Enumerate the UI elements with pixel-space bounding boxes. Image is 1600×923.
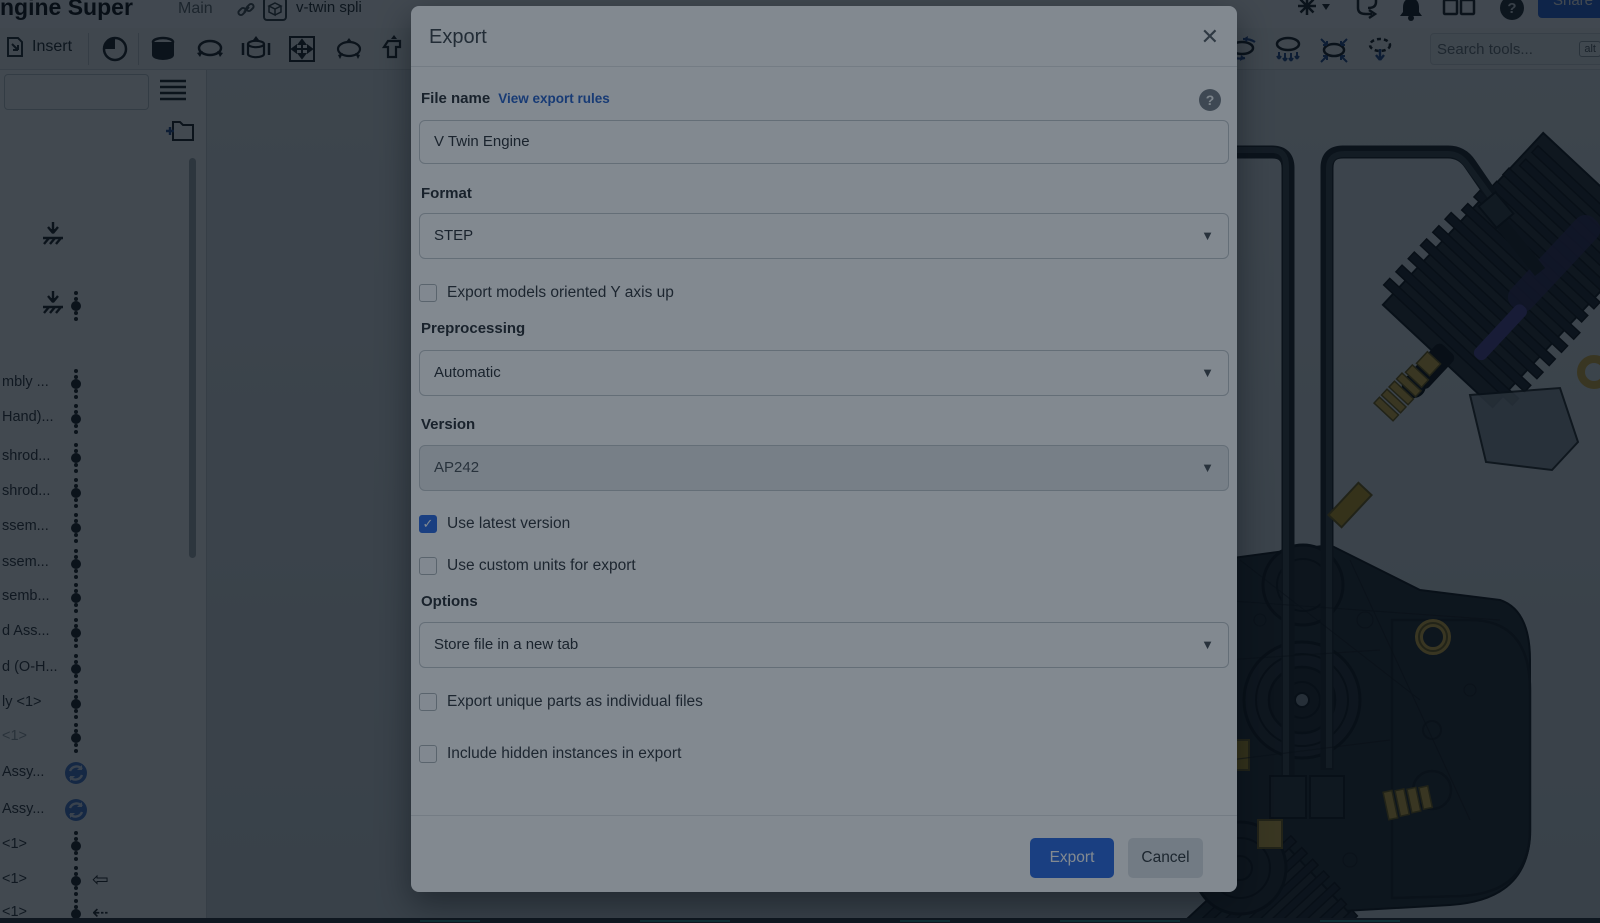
- custom-units-checkbox-label: Use custom units for export: [447, 557, 636, 575]
- hidden-instances-checkbox[interactable]: [419, 745, 437, 763]
- unique-parts-checkbox-label: Export unique parts as individual files: [447, 693, 703, 711]
- view-export-rules-link[interactable]: View export rules: [498, 91, 610, 106]
- hidden-instances-checkbox-label: Include hidden instances in export: [447, 745, 681, 763]
- export-button[interactable]: Export: [1030, 838, 1114, 878]
- version-label: Version: [421, 416, 475, 433]
- options-label: Options: [421, 593, 478, 610]
- export-dialog: Export ✕ ? File name View export rules V …: [411, 6, 1237, 892]
- hidden-instances-checkbox-row[interactable]: Include hidden instances in export: [419, 744, 681, 764]
- chevron-down-icon: ▼: [1201, 351, 1214, 395]
- header-divider: [411, 66, 1237, 67]
- format-label: Format: [421, 185, 472, 202]
- version-value: AP242: [434, 459, 479, 476]
- preprocessing-select[interactable]: Automatic ▼: [419, 350, 1229, 396]
- cancel-button[interactable]: Cancel: [1128, 838, 1203, 878]
- options-value: Store file in a new tab: [434, 636, 578, 653]
- footer-divider: [411, 815, 1237, 816]
- latest-version-checkbox-row[interactable]: ✓ Use latest version: [419, 514, 570, 534]
- preprocessing-value: Automatic: [434, 364, 501, 381]
- dialog-title: Export: [429, 26, 487, 49]
- latest-version-checkbox[interactable]: ✓: [419, 515, 437, 533]
- y-axis-checkbox-row[interactable]: Export models oriented Y axis up: [419, 283, 674, 303]
- version-select[interactable]: AP242 ▼: [419, 445, 1229, 491]
- y-axis-checkbox-label: Export models oriented Y axis up: [447, 284, 674, 302]
- latest-version-checkbox-label: Use latest version: [447, 515, 570, 533]
- format-select[interactable]: STEP ▼: [419, 213, 1229, 259]
- options-select[interactable]: Store file in a new tab ▼: [419, 622, 1229, 668]
- unique-parts-checkbox[interactable]: [419, 693, 437, 711]
- dialog-help-icon[interactable]: ?: [1199, 89, 1221, 111]
- file-name-input[interactable]: V Twin Engine: [419, 120, 1229, 164]
- preprocessing-label: Preprocessing: [421, 320, 525, 337]
- custom-units-checkbox[interactable]: [419, 557, 437, 575]
- screen: ngine Super Main v-twin spli: [0, 0, 1600, 923]
- file-name-label: File name: [421, 90, 490, 107]
- format-value: STEP: [434, 227, 473, 244]
- y-axis-checkbox[interactable]: [419, 284, 437, 302]
- close-icon[interactable]: ✕: [1201, 24, 1219, 50]
- chevron-down-icon: ▼: [1201, 623, 1214, 667]
- chevron-down-icon: ▼: [1201, 446, 1214, 490]
- custom-units-checkbox-row[interactable]: Use custom units for export: [419, 556, 636, 576]
- unique-parts-checkbox-row[interactable]: Export unique parts as individual files: [419, 692, 703, 712]
- chevron-down-icon: ▼: [1201, 214, 1214, 258]
- file-name-label-row: File name View export rules: [421, 90, 610, 107]
